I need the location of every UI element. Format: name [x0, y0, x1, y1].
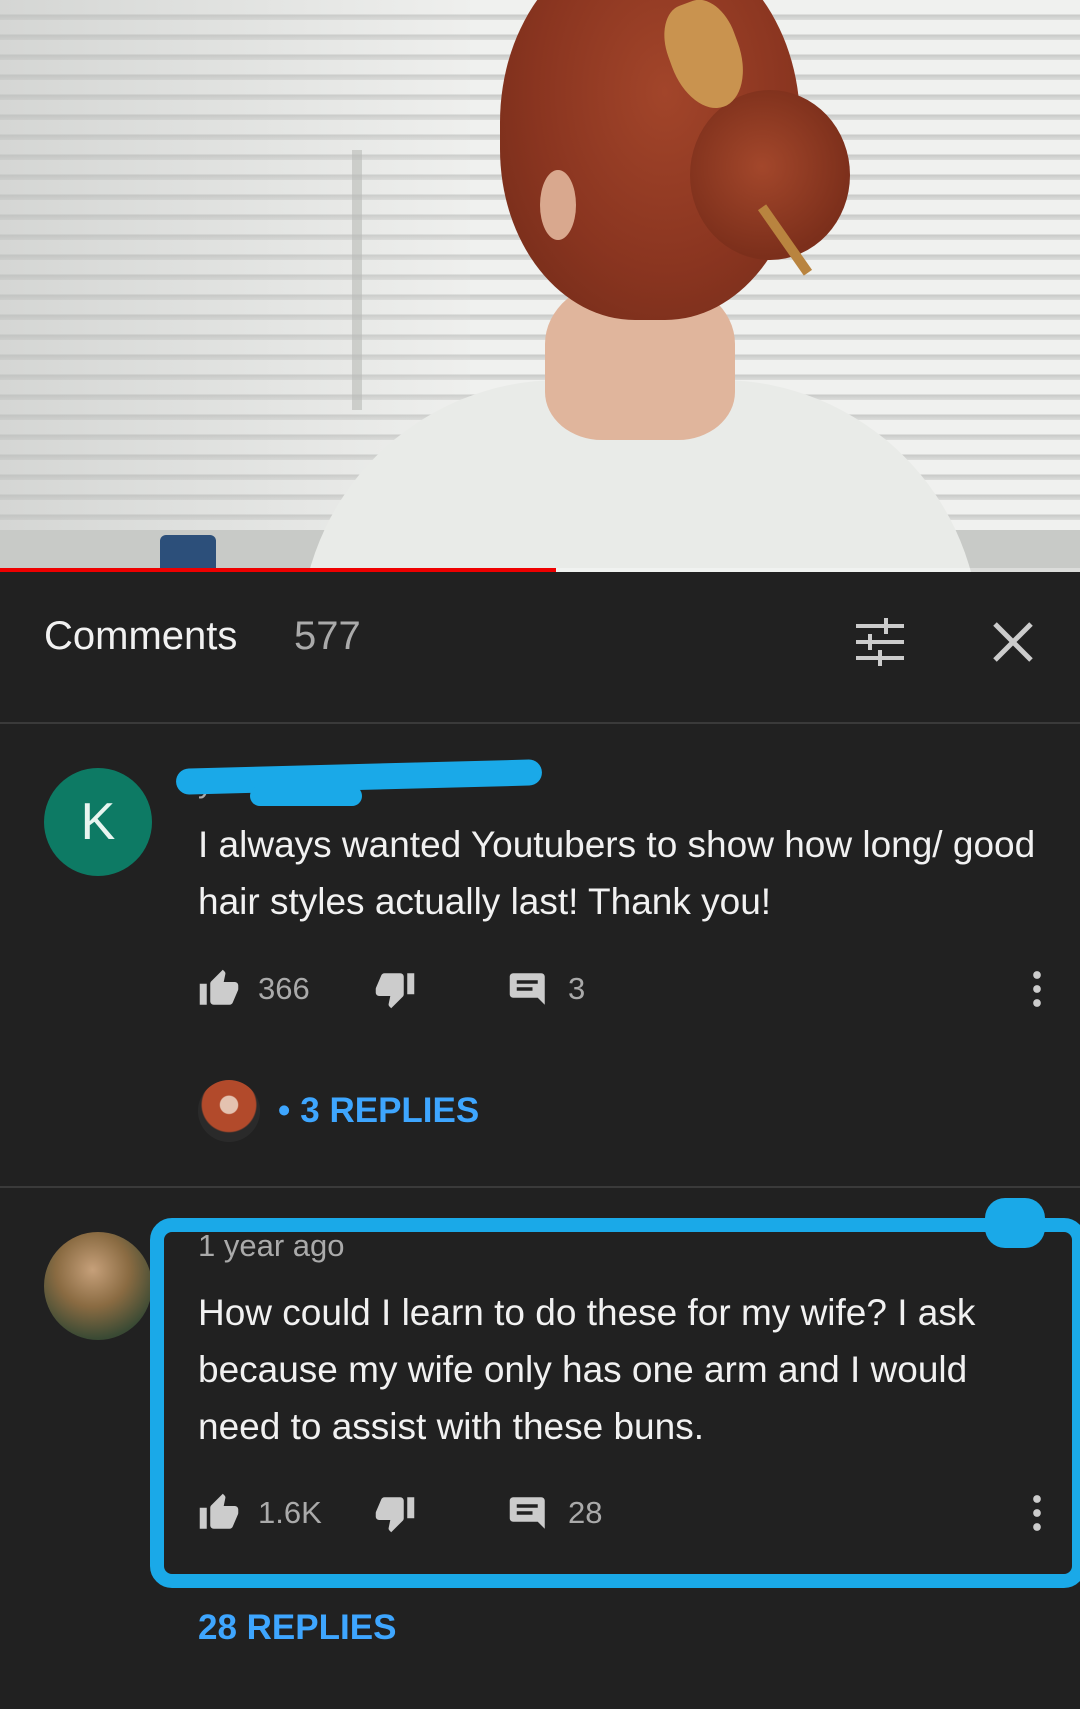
close-icon	[993, 622, 1033, 662]
video-player[interactable]	[0, 0, 1080, 572]
mug	[160, 535, 216, 571]
like-count: 366	[258, 971, 310, 1006]
filter-button[interactable]	[850, 612, 910, 672]
comment-actions: 1.6K 28	[198, 1488, 1041, 1538]
reply-count: 28	[568, 1495, 603, 1530]
dislike-button[interactable]	[374, 964, 416, 1014]
filter-icon	[856, 618, 904, 666]
comments-header: Comments 577	[0, 572, 1080, 724]
more-options-button[interactable]	[1016, 964, 1058, 1014]
avatar[interactable]	[44, 1232, 152, 1340]
like-icon	[199, 1493, 239, 1529]
view-replies-link[interactable]: • 3 REPLIES	[198, 1080, 479, 1142]
reply-button[interactable]: 3	[508, 964, 585, 1014]
more-vert-icon	[1033, 1495, 1041, 1531]
comment-item: K years ago I always wanted Youtubers to…	[0, 724, 1080, 1188]
dislike-icon	[375, 1497, 415, 1533]
dislike-icon	[375, 973, 415, 1009]
dislike-button[interactable]	[374, 1488, 416, 1538]
close-button[interactable]	[983, 612, 1043, 672]
comment-meta: 1 year ago	[198, 1228, 345, 1263]
comment-text: I always wanted Youtubers to show how lo…	[198, 824, 1036, 922]
comment-actions: 366 3	[198, 964, 1041, 1014]
comments-count: 577	[294, 614, 361, 658]
like-button[interactable]: 366	[198, 964, 310, 1014]
replies-label: 3 REPLIES	[300, 1091, 480, 1130]
more-options-button[interactable]	[1016, 1488, 1058, 1538]
reply-icon	[509, 1497, 545, 1529]
hair-bun	[690, 90, 850, 260]
reply-button[interactable]: 28	[508, 1488, 602, 1538]
ear	[540, 170, 576, 240]
redaction-mark	[250, 786, 362, 806]
reply-icon	[509, 973, 545, 1005]
replier-avatar	[198, 1080, 260, 1142]
like-count: 1.6K	[258, 1495, 322, 1530]
annotation-mark	[985, 1198, 1045, 1248]
more-vert-icon	[1033, 971, 1041, 1007]
replies-label: 28 REPLIES	[198, 1608, 397, 1647]
avatar[interactable]: K	[44, 768, 152, 876]
like-button[interactable]: 1.6K	[198, 1488, 322, 1538]
separator-dot: •	[278, 1091, 291, 1130]
comment-item: 1 year ago How could I learn to do these…	[0, 1188, 1080, 1709]
blind-cord	[352, 150, 362, 410]
comments-title: Comments	[44, 614, 238, 658]
like-icon	[199, 969, 239, 1005]
reply-count: 3	[568, 971, 586, 1006]
view-replies-link[interactable]: 28 REPLIES	[198, 1608, 396, 1648]
comment-text: How could I learn to do these for my wif…	[198, 1292, 976, 1447]
